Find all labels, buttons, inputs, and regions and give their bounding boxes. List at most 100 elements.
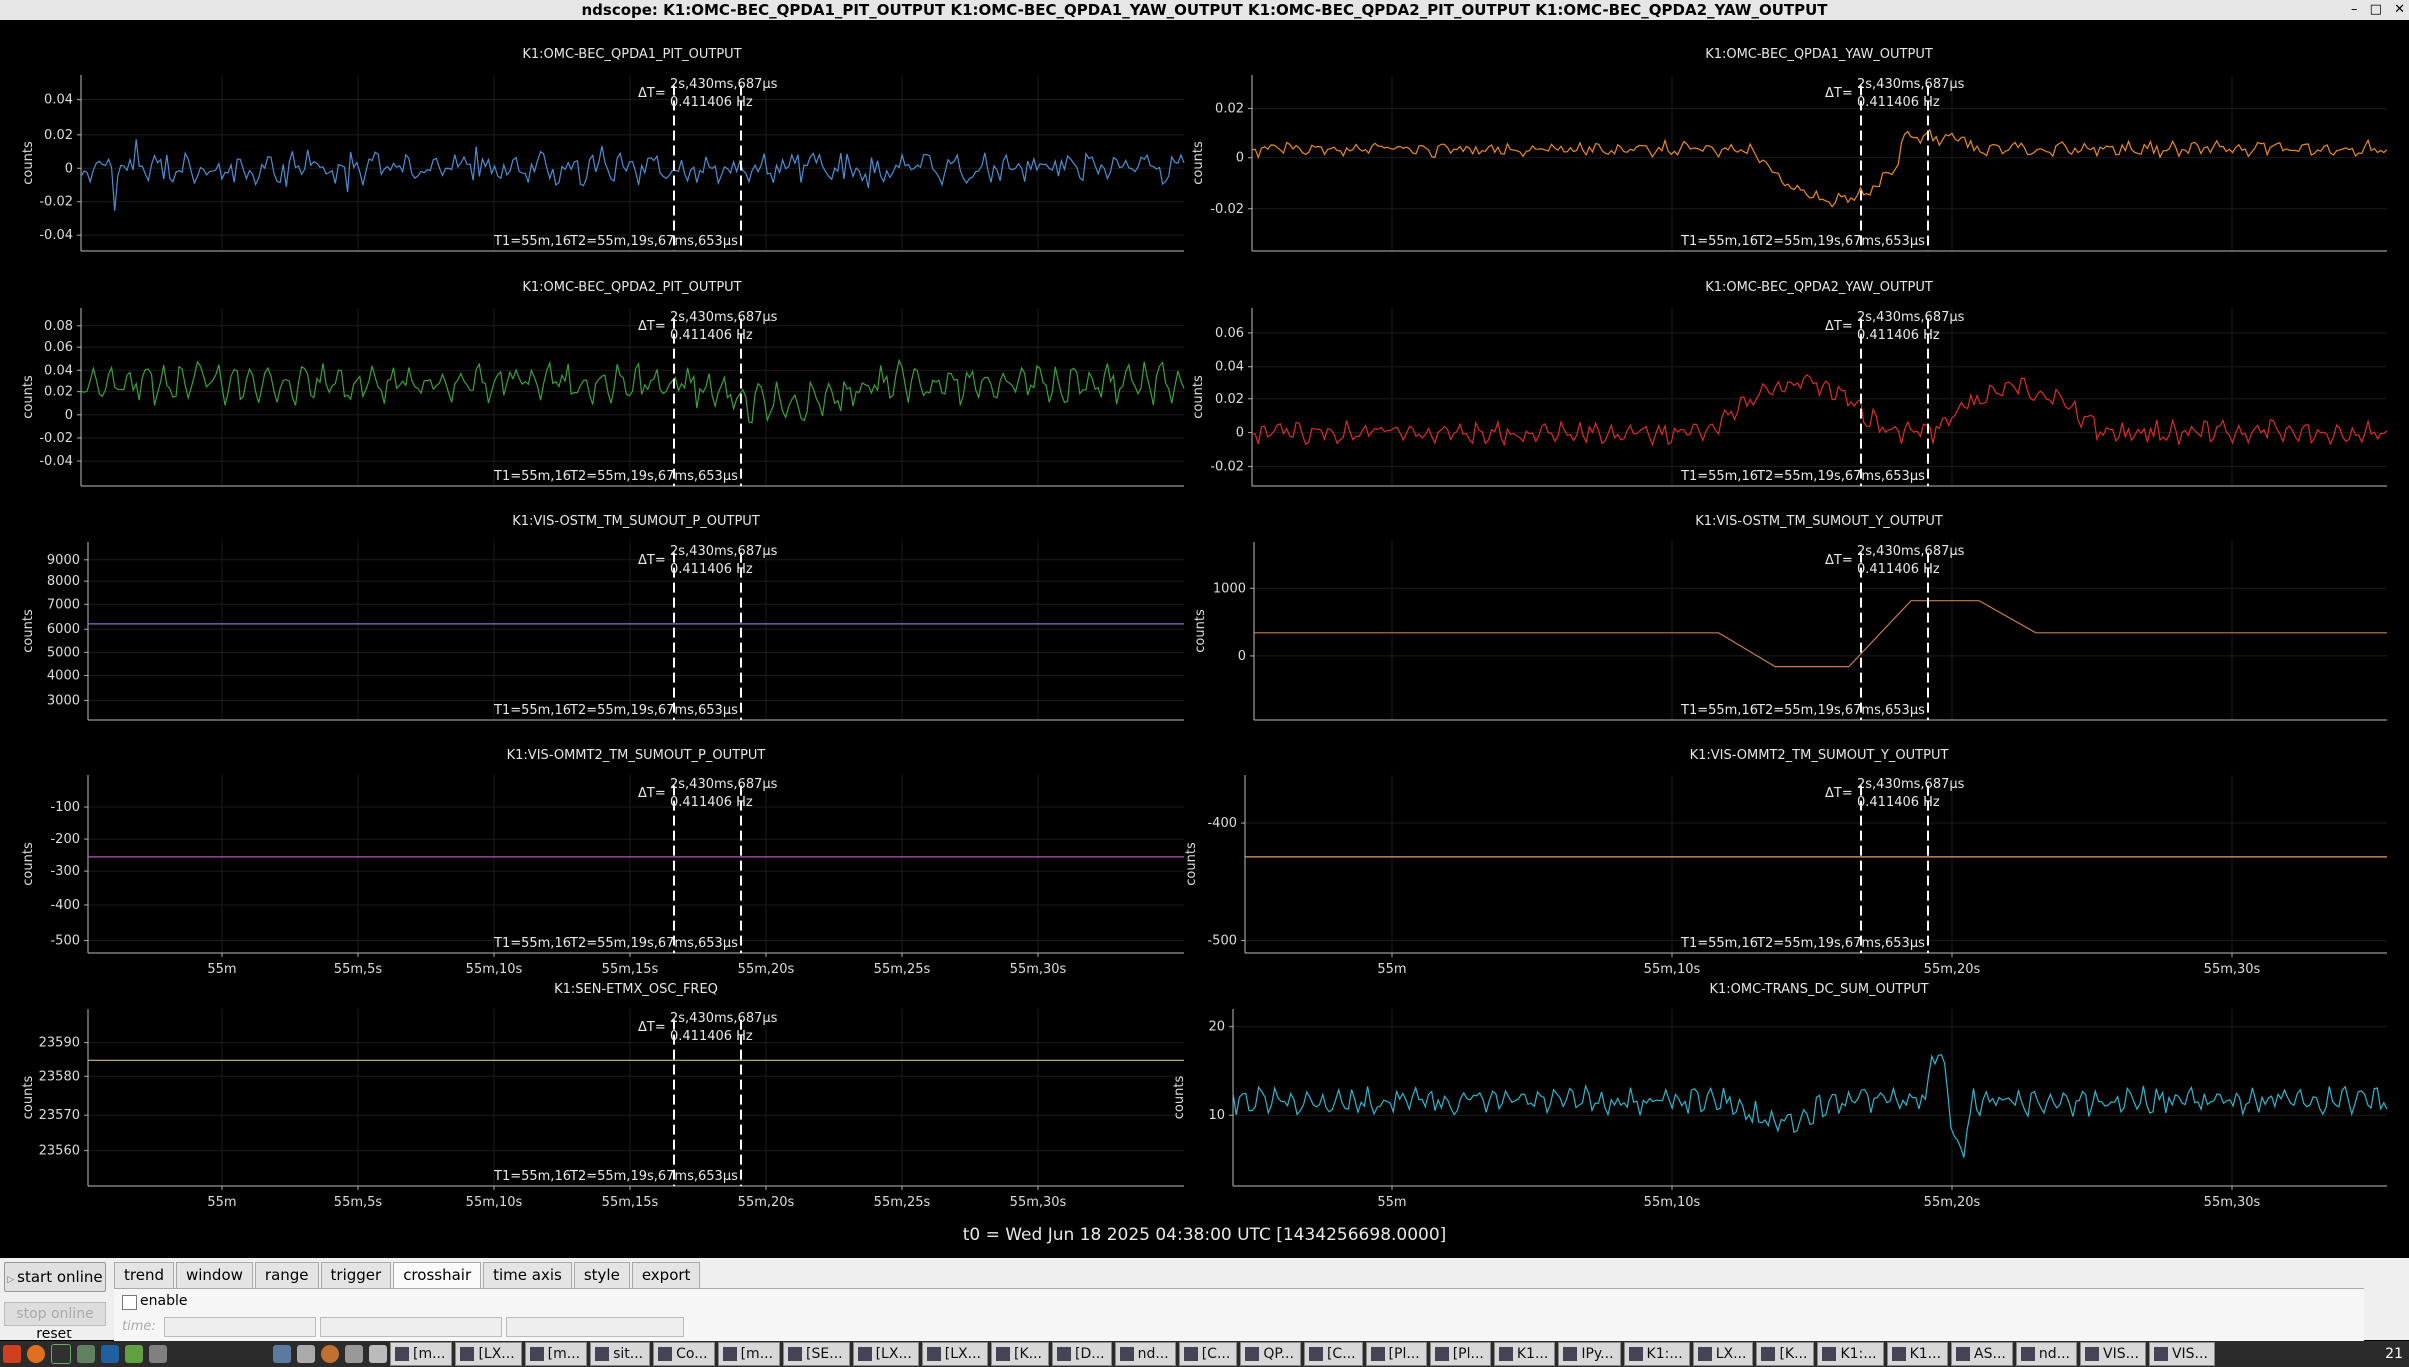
taskbar-item[interactable]: LX... xyxy=(1692,1342,1754,1366)
taskbar-item[interactable]: K1... xyxy=(1886,1342,1949,1366)
plot-k1-omc-bec-qpda2-yaw-output[interactable]: K1:OMC-BEC_QPDA2_YAW_OUTPUT 0.06 0.04 0.02 0… xyxy=(1191,280,2388,487)
y-axis-label: counts xyxy=(1191,141,1206,185)
reset-button[interactable]: reset xyxy=(4,1330,104,1340)
y-axis-label: counts xyxy=(21,141,36,185)
taskbar-item[interactable]: [LX... xyxy=(455,1342,522,1366)
time-field-1[interactable] xyxy=(164,1317,316,1337)
plot-k1-omc-bec-qpda1-yaw-output[interactable]: K1:OMC-BEC_QPDA1_YAW_OUTPUT 0.02 0 -0.02 cou… xyxy=(1191,47,2388,252)
maximize-button[interactable]: □ xyxy=(2370,2,2382,17)
files-icon[interactable] xyxy=(149,1345,167,1363)
taskbar-item[interactable]: [Pl... xyxy=(1365,1342,1427,1366)
taskbar-item[interactable]: Co... xyxy=(653,1342,715,1366)
workspace2-icon[interactable] xyxy=(369,1345,387,1363)
taskbar: [m... [LX... [m... sit... Co... [m... [SE... [L… xyxy=(0,1341,2409,1367)
taskbar-item[interactable]: nd... xyxy=(1114,1342,1176,1366)
taskbar-item[interactable]: [LX... xyxy=(921,1342,988,1366)
browser-icon[interactable] xyxy=(321,1345,339,1363)
taskbar-item[interactable]: [K... xyxy=(1756,1342,1815,1366)
plots-canvas[interactable]: K1:OMC-BEC_QPDA1_PIT_OUTPUT 0.04 0.02 0 -0.0… xyxy=(0,20,2409,1259)
plot-k1-omc-bec-qpda1-pit-output[interactable]: K1:OMC-BEC_QPDA1_PIT_OUTPUT 0.04 0.02 0 -0.0… xyxy=(21,47,1185,252)
window-icon xyxy=(1370,1347,1385,1361)
start-online-button[interactable]: ▷ start online xyxy=(4,1262,106,1292)
plot-k1-sen-etmx-osc-freq[interactable]: K1:SEN-ETMX_OSC_FREQ 23590 23580 23570 23560… xyxy=(21,982,1184,1210)
plot-k1-vis-ommt2-tm-sumout-y-output[interactable]: K1:VIS-OMMT2_TM_SUMOUT_Y_OUTPUT -400 -500 c… xyxy=(1184,748,2387,977)
plot-k1-omc-bec-qpda2-pit-output[interactable]: K1:OMC-BEC_QPDA2_PIT_OUTPUT 0.08 0.06 0.04 0… xyxy=(21,280,1185,487)
minimize-button[interactable]: – xyxy=(2351,2,2358,17)
taskbar-item[interactable]: K1... xyxy=(1493,1342,1556,1366)
taskbar-item[interactable]: [D... xyxy=(1052,1342,1112,1366)
tab-trigger[interactable]: trigger xyxy=(320,1262,392,1288)
taskbar-item[interactable]: [LX... xyxy=(852,1342,919,1366)
plot-title: K1:SEN-ETMX_OSC_FREQ xyxy=(554,982,718,997)
y-tick-label: -0.02 xyxy=(39,431,73,446)
display-icon[interactable] xyxy=(297,1345,315,1363)
terminal-icon[interactable] xyxy=(51,1344,71,1364)
taskbar-item[interactable]: K1:... xyxy=(1623,1342,1690,1366)
taskbar-item[interactable]: [m... xyxy=(524,1342,588,1366)
taskbar-item[interactable]: VIS... xyxy=(2148,1342,2215,1366)
tab-trend[interactable]: trend xyxy=(114,1262,174,1288)
taskbar-item[interactable]: [m... xyxy=(717,1342,781,1366)
delta-t-value: 2s,430ms,687μs xyxy=(1857,77,1965,92)
taskbar-item-label: K1... xyxy=(1516,1346,1549,1362)
taskbar-item[interactable]: [K... xyxy=(991,1342,1049,1366)
y-tick-label: 20 xyxy=(1208,1020,1225,1035)
tab-style[interactable]: style xyxy=(573,1262,630,1288)
window-icon xyxy=(460,1347,475,1361)
taskbar-item[interactable]: [C... xyxy=(1178,1342,1238,1366)
taskbar-item[interactable]: IPy... xyxy=(1558,1342,1621,1366)
window-list-icon[interactable] xyxy=(273,1345,291,1363)
y-axis-label: counts xyxy=(21,375,36,419)
workspace-icon[interactable] xyxy=(345,1345,363,1363)
time-field-2[interactable] xyxy=(320,1317,502,1337)
x-tick-label: 55m,30s xyxy=(2204,1195,2261,1210)
taskbar-item[interactable]: QP... xyxy=(1240,1342,1301,1366)
tab-window[interactable]: window xyxy=(175,1262,253,1288)
tab-time-axis[interactable]: time axis xyxy=(483,1262,572,1288)
calculator-icon[interactable] xyxy=(77,1345,95,1363)
tab-range[interactable]: range xyxy=(254,1262,319,1288)
close-button[interactable]: ✕ xyxy=(2394,2,2405,17)
taskbar-item[interactable]: [SE... xyxy=(783,1342,850,1366)
tab-crosshair[interactable]: crosshair xyxy=(393,1262,482,1289)
taskbar-item[interactable]: [Pl... xyxy=(1429,1342,1491,1366)
window-icon xyxy=(1822,1347,1837,1361)
plot-k1-vis-ostm-tm-sumout-y-output[interactable]: K1:VIS-OSTM_TM_SUMOUT_Y_OUTPUT 1000 0 count… xyxy=(1193,514,2387,721)
taskbar-item[interactable]: [m... xyxy=(390,1342,453,1366)
taskbar-item[interactable]: AS... xyxy=(1951,1342,2013,1366)
y-tick-label: 0.02 xyxy=(1215,392,1244,407)
window-icon xyxy=(1891,1347,1906,1361)
clock: 21 xyxy=(2385,1346,2403,1362)
t1-label: T1=55m,16 xyxy=(1680,703,1758,718)
enable-checkbox[interactable] xyxy=(122,1295,137,1310)
taskbar-item[interactable]: sit... xyxy=(590,1342,651,1366)
editor-icon[interactable] xyxy=(125,1345,143,1363)
time-field-3[interactable] xyxy=(506,1317,684,1337)
tab-export[interactable]: export xyxy=(631,1262,701,1288)
monitor-icon[interactable] xyxy=(101,1345,119,1363)
y-tick-label: 0 xyxy=(1236,426,1244,441)
delta-t-value: 2s,430ms,687μs xyxy=(670,1011,778,1026)
firefox-icon[interactable] xyxy=(27,1345,45,1363)
taskbar-item[interactable]: nd... xyxy=(2015,1342,2077,1366)
taskbar-item-label: LX... xyxy=(1715,1346,1747,1362)
taskbar-item[interactable]: K1:... xyxy=(1817,1342,1884,1366)
taskbar-item-label: [m... xyxy=(740,1346,774,1362)
taskbar-item-label: [Pl... xyxy=(1452,1346,1484,1362)
stop-online-button[interactable]: stop online xyxy=(4,1302,106,1326)
y-tick-label: 0.06 xyxy=(1215,326,1244,341)
plot-k1-omc-trans-dc-sum-output[interactable]: K1:OMC-TRANS_DC_SUM_OUTPUT 20 10 counts 55m 5… xyxy=(1172,982,2388,1210)
taskbar-item[interactable]: [C... xyxy=(1303,1342,1363,1366)
taskbar-item[interactable]: VIS... xyxy=(2080,1342,2146,1366)
y-tick-label: 0.02 xyxy=(1215,101,1244,116)
plot-area[interactable]: K1:OMC-BEC_QPDA1_PIT_OUTPUT 0.04 0.02 0 -0.0… xyxy=(0,20,2409,1259)
y-tick-label: 23580 xyxy=(39,1069,80,1084)
app-menu-icon[interactable] xyxy=(3,1345,21,1363)
window-icon xyxy=(1761,1347,1776,1361)
delta-freq-value: 0.411406 Hz xyxy=(670,795,753,810)
plot-k1-vis-ostm-tm-sumout-p-output[interactable]: K1:VIS-OSTM_TM_SUMOUT_P_OUTPUT 9000 8000 70… xyxy=(21,514,1184,721)
x-tick-label: 55m,30s xyxy=(1010,1195,1067,1210)
x-tick-label: 55m,10s xyxy=(1644,962,1701,977)
plot-k1-vis-ommt2-tm-sumout-p-output[interactable]: K1:VIS-OMMT2_TM_SUMOUT_P_OUTPUT -100 -200 -… xyxy=(21,748,1184,977)
y-tick-label: -500 xyxy=(50,934,80,949)
